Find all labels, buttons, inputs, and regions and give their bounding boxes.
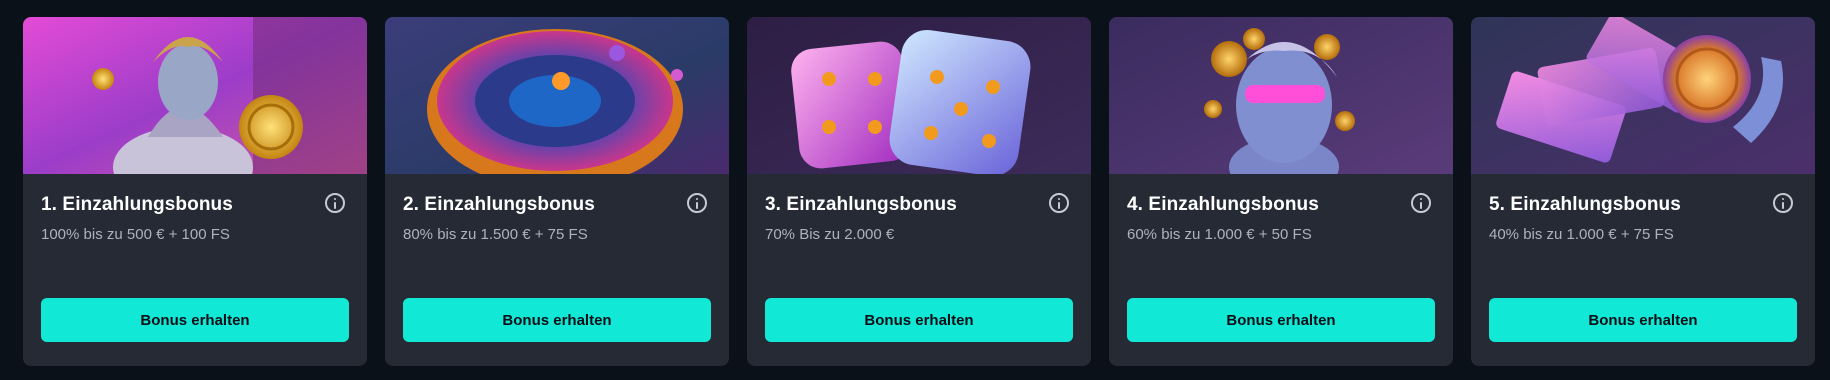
info-icon[interactable] xyxy=(325,193,345,213)
card-title: 3. Einzahlungsbonus xyxy=(765,194,957,215)
get-bonus-button-4[interactable]: Bonus erhalten xyxy=(1127,298,1435,342)
card-title: 1. Einzahlungsbonus xyxy=(41,194,233,215)
banner-image-money xyxy=(1471,17,1815,174)
banner-image-dice xyxy=(747,17,1091,174)
bonus-card-1: 1. Einzahlungsbonus 100% bis zu 500 € + … xyxy=(23,17,367,366)
card-title: 4. Einzahlungsbonus xyxy=(1127,194,1319,215)
info-icon[interactable] xyxy=(1049,193,1069,213)
card-bonus-details: 60% bis zu 1.000 € + 50 FS xyxy=(1127,226,1312,243)
bonus-card-5: 5. Einzahlungsbonus 40% bis zu 1.000 € +… xyxy=(1471,17,1815,366)
info-icon[interactable] xyxy=(687,193,707,213)
card-bonus-details: 100% bis zu 500 € + 100 FS xyxy=(41,226,230,243)
info-icon[interactable] xyxy=(1411,193,1431,213)
get-bonus-button-5[interactable]: Bonus erhalten xyxy=(1489,298,1797,342)
card-bonus-details: 80% bis zu 1.500 € + 75 FS xyxy=(403,226,588,243)
get-bonus-button-3[interactable]: Bonus erhalten xyxy=(765,298,1073,342)
get-bonus-button-1[interactable]: Bonus erhalten xyxy=(41,298,349,342)
card-bonus-details: 70% Bis zu 2.000 € xyxy=(765,226,895,243)
card-title: 5. Einzahlungsbonus xyxy=(1489,194,1681,215)
card-bonus-details: 40% bis zu 1.000 € + 75 FS xyxy=(1489,226,1674,243)
bonus-card-2: 2. Einzahlungsbonus 80% bis zu 1.500 € +… xyxy=(385,17,729,366)
bonus-cards-row: 1. Einzahlungsbonus 100% bis zu 500 € + … xyxy=(23,17,1815,366)
info-icon[interactable] xyxy=(1773,193,1793,213)
get-bonus-button-2[interactable]: Bonus erhalten xyxy=(403,298,711,342)
banner-image-goddess xyxy=(23,17,367,174)
banner-image-roulette xyxy=(385,17,729,174)
card-title: 2. Einzahlungsbonus xyxy=(403,194,595,215)
bonus-card-4: 4. Einzahlungsbonus 60% bis zu 1.000 € +… xyxy=(1109,17,1453,366)
banner-image-statue xyxy=(1109,17,1453,174)
bonus-card-3: 3. Einzahlungsbonus 70% Bis zu 2.000 € B… xyxy=(747,17,1091,366)
